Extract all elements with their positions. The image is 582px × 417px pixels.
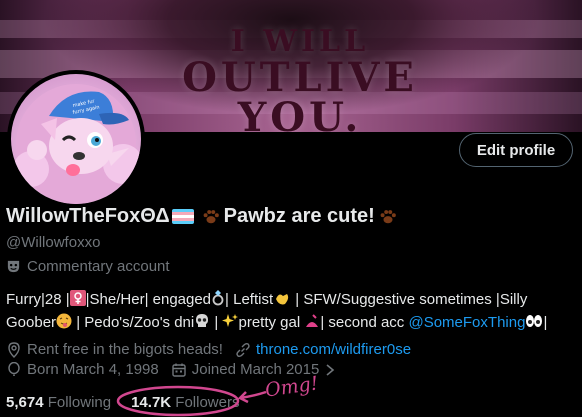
banner-line: YOU. (237, 94, 363, 133)
followers-stat[interactable]: 14.7K Followers (131, 394, 239, 411)
chevron-right-icon (326, 363, 335, 376)
following-count: 5,674 (6, 394, 44, 411)
bio: Furry|28 | |She/Her| engaged | Leftist | S… (6, 289, 576, 335)
fox-avatar-illustration: make fur furry again (13, 84, 141, 204)
bio-text: | (543, 314, 548, 331)
bio-text: Furry|28 | (6, 291, 70, 308)
balloon-icon (8, 361, 20, 376)
bio-text: | Pedo's/Zoo's dni (72, 314, 195, 331)
trans-flag-icon (171, 209, 194, 224)
location-pin-icon (8, 341, 20, 358)
edit-profile-button[interactable]: Edit profile (459, 133, 573, 167)
bio-text: |She/Her| engaged (85, 291, 212, 308)
display-name-text: WillowTheFoxΘΔ (6, 205, 170, 227)
commentary-label[interactable]: Commentary account (6, 258, 170, 275)
paw-icon (203, 209, 219, 223)
bio-text: Goober (6, 314, 57, 331)
following-label: Following (47, 394, 112, 411)
sparkles-icon (222, 313, 239, 335)
avatar[interactable]: make fur furry again (7, 70, 145, 208)
link-icon (236, 342, 250, 357)
location-text: Rent free in the bigots heads! (27, 341, 223, 358)
clapping-hands-icon (273, 290, 291, 312)
mention-link[interactable]: @SomeFoxThing (408, 314, 525, 331)
followers-count: 14.7K (131, 394, 172, 411)
website-link[interactable]: throne.com/wildfirer0se (256, 341, 411, 358)
bio-text: | SFW/Suggestive sometimes |Silly (291, 291, 528, 308)
website[interactable]: throne.com/wildfirer0se (235, 341, 411, 358)
birthdate: Born March 4, 1998 (6, 361, 159, 378)
following-stat[interactable]: 5,674 Following (6, 394, 111, 411)
profile-meta-row-1: Rent free in the bigots heads! throne.co… (6, 341, 423, 358)
nail-polish-icon (304, 313, 320, 335)
banner-line: OUTLIVE (182, 54, 418, 101)
calendar-icon (172, 363, 186, 377)
female-sign-icon (69, 290, 86, 312)
location: Rent free in the bigots heads! (6, 341, 223, 358)
bio-text: | Leftist (225, 291, 274, 308)
follow-stats: 5,674 Following 14.7K Followers (6, 394, 259, 411)
commentary-text: Commentary account (27, 258, 170, 275)
birthdate-text: Born March 4, 1998 (27, 361, 159, 378)
display-name-suffix: Pawbz are cute! (223, 205, 375, 227)
paw-icon (380, 209, 396, 223)
display-name: WillowTheFoxΘΔ Pawbz are cute! (6, 205, 401, 228)
tongue-face-icon (56, 313, 72, 335)
followers-label: Followers (175, 394, 240, 411)
bio-text: | (210, 314, 223, 331)
banner-text: I WILL OUTLIVE YOU. (150, 26, 450, 133)
bio-text: pretty gal (238, 314, 305, 331)
profile-page: I WILL OUTLIVE YOU. make fur furry again (0, 0, 582, 417)
skull-icon (194, 313, 210, 335)
bio-text: | second acc (320, 314, 409, 331)
ring-icon (211, 290, 225, 312)
eyes-icon (525, 313, 543, 335)
comedy-mask-icon (7, 260, 20, 273)
handle: @Willowfoxxo (6, 234, 101, 251)
